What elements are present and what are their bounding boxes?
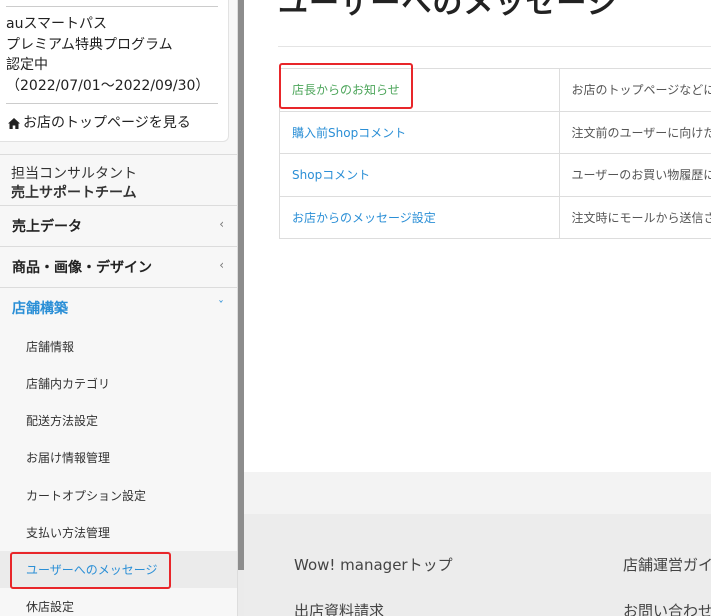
message-description: 注文前のユーザーに向けた bbox=[558, 110, 711, 154]
footer-link-store-guide[interactable]: 店舗運営ガイ bbox=[623, 554, 711, 575]
message-description: お店のトップページなどに bbox=[558, 68, 711, 112]
store-top-link[interactable]: お店のトップページを見る bbox=[8, 112, 191, 132]
award-line: auスマートパス bbox=[6, 16, 108, 32]
table-row: Shopコメント ユーザーのお買い物履歴に bbox=[279, 153, 711, 197]
consultant-team: 売上サポートチーム bbox=[11, 185, 137, 201]
message-link-pre-purchase-comment[interactable]: 購入前Shopコメント bbox=[279, 110, 560, 154]
award-card: auスマートパス プレミアム特典プログラム 認定中 （2022/07/01～20… bbox=[0, 0, 229, 142]
sidebar-item-label: 支払い方法管理 bbox=[26, 526, 111, 540]
award-line: 認定中 bbox=[6, 57, 48, 73]
divider bbox=[6, 103, 218, 104]
sidebar-item-delivery-info[interactable]: お届け情報管理 bbox=[0, 439, 237, 476]
sidebar-item-store-info[interactable]: 店舗情報 bbox=[0, 328, 237, 365]
message-link-shop-comment[interactable]: Shopコメント bbox=[279, 153, 560, 197]
sidebar-category-products-design[interactable]: 商品・画像・デザイン ‹ bbox=[0, 247, 237, 287]
table-row: 購入前Shopコメント 注文前のユーザーに向けた bbox=[279, 110, 711, 154]
sidebar-item-label: 店舗情報 bbox=[26, 340, 75, 354]
sidebar-category-label: 店舗構築 bbox=[12, 301, 68, 317]
sidebar-category-store-build[interactable]: 店舗構築 ˇ bbox=[0, 288, 237, 328]
footer-band bbox=[244, 472, 711, 514]
award-line: （2022/07/01～2022/09/30） bbox=[6, 77, 210, 94]
message-settings-table: 店長からのお知らせ お店のトップページなどに 購入前Shopコメント 注文前のユ… bbox=[279, 68, 711, 239]
sidebar-item-cart-options[interactable]: カートオプション設定 bbox=[0, 477, 237, 514]
message-description: 注文時にモールから送信さ bbox=[558, 195, 711, 239]
award-text: auスマートパス プレミアム特典プログラム 認定中 （2022/07/01～20… bbox=[6, 14, 209, 96]
message-description: ユーザーのお買い物履歴に bbox=[558, 153, 711, 197]
chevron-left-icon: ‹ bbox=[219, 217, 224, 231]
sidebar-category-label: 商品・画像・デザイン bbox=[12, 260, 152, 276]
store-top-link-label: お店のトップページを見る bbox=[23, 115, 191, 131]
sidebar-item-user-messages[interactable]: ユーザーへのメッセージ bbox=[0, 551, 237, 589]
main-content: ユーザーへのメッセージ 店長からのお知らせ お店のトップページなどに 購入前Sh… bbox=[244, 0, 711, 472]
page-title: ユーザーへのメッセージ bbox=[278, 0, 618, 21]
home-icon bbox=[8, 117, 20, 129]
divider bbox=[6, 6, 218, 7]
sidebar-item-label: お届け情報管理 bbox=[26, 451, 111, 465]
footer: Wow! managerトップ 店舗運営ガイ 出店資料請求 お問い合わせ bbox=[244, 514, 711, 616]
divider bbox=[0, 154, 237, 155]
table-row: お店からのメッセージ設定 注文時にモールから送信さ bbox=[279, 195, 711, 239]
sidebar-item-label: 店舗内カテゴリ bbox=[26, 377, 111, 391]
sidebar-item-payment-methods[interactable]: 支払い方法管理 bbox=[0, 514, 237, 551]
message-link-store-notice[interactable]: 店長からのお知らせ bbox=[279, 68, 560, 112]
footer-link-request-materials[interactable]: 出店資料請求 bbox=[294, 600, 384, 616]
sidebar-item-store-category[interactable]: 店舗内カテゴリ bbox=[0, 365, 237, 402]
message-link-store-message-settings[interactable]: お店からのメッセージ設定 bbox=[279, 195, 560, 239]
footer-link-wow-manager-top[interactable]: Wow! managerトップ bbox=[294, 554, 453, 575]
consultant-label: 担当コンサルタント bbox=[11, 166, 137, 182]
consultant-info: 担当コンサルタント 売上サポートチーム bbox=[11, 165, 137, 203]
sidebar-item-label: 休店設定 bbox=[26, 600, 75, 614]
chevron-down-icon: ˇ bbox=[218, 299, 224, 313]
sidebar-item-closure-settings[interactable]: 休店設定 bbox=[0, 588, 237, 616]
sidebar-item-label: カートオプション設定 bbox=[26, 489, 147, 503]
highlight-box bbox=[10, 552, 171, 589]
chevron-left-icon: ‹ bbox=[219, 258, 224, 272]
sidebar-category-label: 売上データ bbox=[12, 219, 82, 235]
divider bbox=[278, 46, 711, 47]
table-row: 店長からのお知らせ お店のトップページなどに bbox=[279, 68, 711, 112]
sidebar-item-label: 配送方法設定 bbox=[26, 414, 99, 428]
sidebar-category-sales-data[interactable]: 売上データ ‹ bbox=[0, 206, 237, 246]
sidebar-item-shipping-settings[interactable]: 配送方法設定 bbox=[0, 402, 237, 439]
award-line: プレミアム特典プログラム bbox=[6, 36, 173, 53]
sidebar: auスマートパス プレミアム特典プログラム 認定中 （2022/07/01～20… bbox=[0, 0, 238, 616]
footer-link-contact[interactable]: お問い合わせ bbox=[623, 600, 711, 616]
